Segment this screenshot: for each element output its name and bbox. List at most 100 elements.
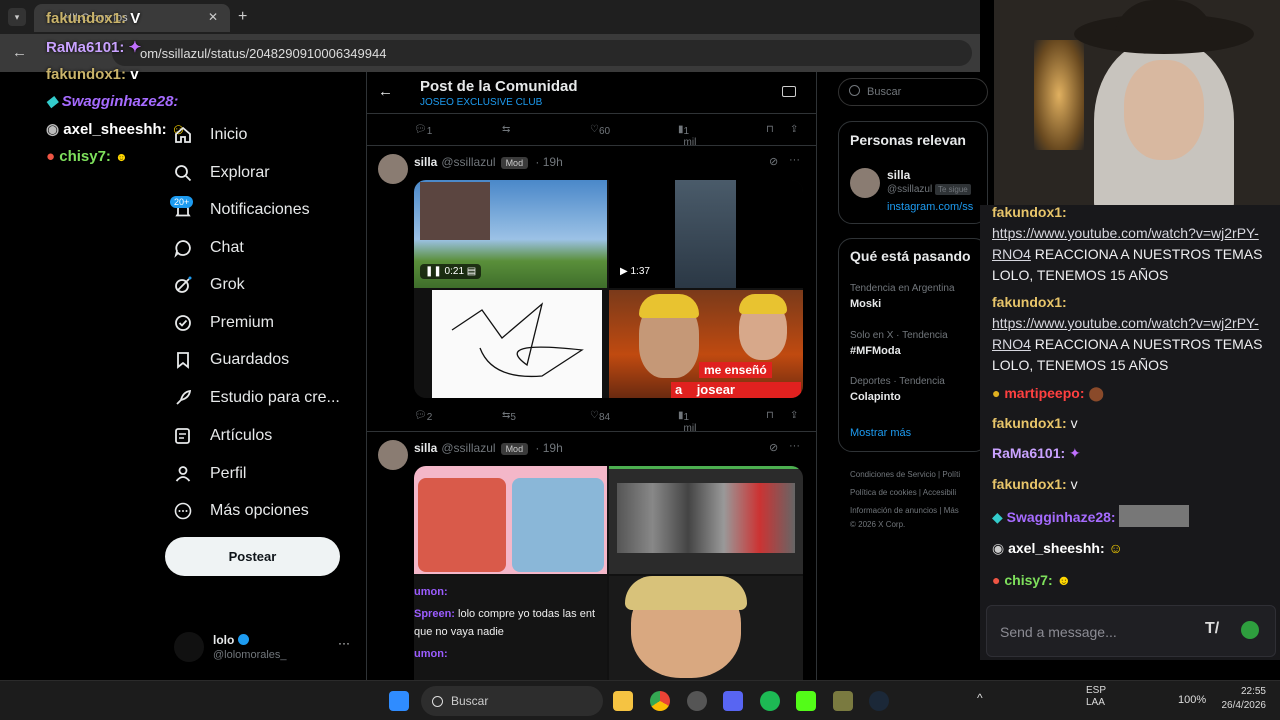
video-thumbnail[interactable]: ❚❚ 0:21 ▤ bbox=[414, 180, 607, 288]
home-icon bbox=[172, 124, 194, 146]
nav-item-inicio[interactable]: Inicio bbox=[172, 120, 247, 150]
windows-start-icon[interactable] bbox=[389, 691, 409, 711]
bookmark-icon[interactable]: ⊓ bbox=[766, 124, 774, 135]
reader-icon[interactable] bbox=[782, 86, 796, 97]
nav-item-premium[interactable]: Premium bbox=[172, 308, 274, 338]
image-thumbnail[interactable] bbox=[414, 290, 607, 398]
nav-item-grok[interactable]: Grok bbox=[172, 270, 245, 300]
emote-icon bbox=[1119, 505, 1190, 527]
reply-button[interactable]: 💬︎ 2 bbox=[414, 410, 432, 423]
more-icon bbox=[172, 500, 194, 522]
more-dots-icon[interactable]: ··· bbox=[338, 636, 350, 650]
chrome-icon[interactable] bbox=[650, 691, 670, 711]
battery-indicator[interactable]: 100% bbox=[1178, 694, 1206, 706]
more-dots-icon[interactable]: ··· bbox=[789, 154, 800, 166]
clock[interactable]: 22:55 26/4/2026 bbox=[1214, 685, 1267, 713]
community-name[interactable]: JOSEO EXCLUSIVE CLUB bbox=[420, 97, 542, 108]
webcam-overlay bbox=[994, 0, 1280, 205]
bookmark-icon[interactable]: ⊓ bbox=[766, 410, 774, 421]
kick-icon[interactable] bbox=[796, 691, 816, 711]
overlay-chat-line: fakundox1: V bbox=[46, 10, 141, 27]
emote-picker-icon[interactable] bbox=[1241, 621, 1259, 639]
avatar[interactable] bbox=[378, 154, 408, 184]
back-arrow-icon[interactable]: ← bbox=[378, 83, 393, 100]
back-icon[interactable]: ← bbox=[12, 44, 27, 61]
share-icon[interactable]: ⇪ bbox=[790, 124, 798, 135]
avatar[interactable] bbox=[378, 440, 408, 470]
emote-icon: ☺ bbox=[1108, 540, 1123, 556]
file-explorer-icon[interactable] bbox=[613, 691, 633, 711]
discord-icon[interactable] bbox=[723, 691, 743, 711]
meme-caption: a josear bbox=[671, 382, 801, 398]
chat-input[interactable]: Send a message... bbox=[986, 605, 1276, 657]
divider bbox=[367, 431, 816, 432]
grok-icon[interactable]: ⊘ bbox=[769, 441, 778, 454]
translate-icon[interactable]: T/ bbox=[1205, 620, 1219, 638]
badge-icon: ◆ bbox=[46, 93, 58, 110]
overlay-chat-line: ◉ axel_sheeshh: ☺ bbox=[46, 121, 187, 138]
notification-count-badge: 20+ bbox=[170, 196, 194, 208]
nav-item-explorar[interactable]: Explorar bbox=[172, 158, 270, 188]
grok-icon bbox=[172, 274, 194, 296]
trend-topic[interactable]: Colapinto bbox=[850, 391, 980, 403]
butterfly-emote-icon: ✦ bbox=[1069, 445, 1081, 461]
trend-context: Tendencia en Argentina bbox=[850, 283, 955, 294]
more-dots-icon[interactable]: ··· bbox=[789, 440, 800, 452]
repost-icon[interactable]: ⇆ bbox=[502, 124, 510, 135]
close-tab-icon[interactable]: ✕ bbox=[208, 10, 218, 24]
grok-icon[interactable]: ⊘ bbox=[769, 155, 778, 168]
taskbar-search[interactable]: Buscar bbox=[421, 686, 603, 716]
account-switcher[interactable]: lolo @lolomorales_ ··· bbox=[172, 628, 352, 668]
divider bbox=[367, 145, 816, 146]
nav-item-articulos[interactable]: Artículos bbox=[172, 421, 272, 451]
copyright: © 2026 X Corp. bbox=[850, 520, 906, 529]
like-button[interactable]: ♡ 84 bbox=[590, 410, 610, 423]
share-icon[interactable]: ⇪ bbox=[790, 410, 798, 421]
chat-message: fakundox1: v bbox=[992, 476, 1078, 492]
card-title: Personas relevan bbox=[850, 132, 966, 148]
nav-item-guardados[interactable]: Guardados bbox=[172, 345, 289, 375]
repost-button[interactable]: ⇆ 5 bbox=[502, 410, 516, 423]
footer-link[interactable]: Información de anuncios | Más bbox=[850, 506, 980, 515]
steam-icon[interactable] bbox=[869, 691, 889, 711]
search-input[interactable]: Buscar bbox=[838, 78, 988, 106]
person-name[interactable]: silla bbox=[887, 168, 910, 182]
new-tab-icon[interactable]: + bbox=[238, 8, 247, 26]
post-author: silla @ssillazul Mod · 19h bbox=[414, 155, 563, 169]
tray-chevron-icon[interactable]: ^ bbox=[977, 691, 983, 705]
nav-item-estudio[interactable]: Estudio para cre... bbox=[172, 383, 340, 413]
trend-topic[interactable]: #MFModa bbox=[850, 345, 980, 357]
emote-icon: ● bbox=[992, 385, 1001, 401]
nav-item-mas-opciones[interactable]: Más opciones bbox=[172, 496, 309, 526]
image-thumbnail[interactable] bbox=[609, 576, 803, 680]
chat-icon bbox=[172, 237, 194, 259]
url-field[interactable]: om/ssillazul/status/2048290910006349944 bbox=[112, 40, 972, 66]
reply-button[interactable]: 💬︎ 1 bbox=[414, 124, 432, 137]
trend-topic[interactable]: Moski bbox=[850, 298, 980, 310]
person-link[interactable]: instagram.com/ss bbox=[887, 201, 979, 213]
spotify-icon[interactable] bbox=[760, 691, 780, 711]
image-thumbnail[interactable] bbox=[414, 466, 607, 574]
views-button[interactable]: ▮ 1 mil bbox=[678, 124, 696, 148]
app-icon[interactable] bbox=[833, 691, 853, 711]
tab-search-icon[interactable]: ▾ bbox=[8, 8, 26, 26]
nav-item-chat[interactable]: Chat bbox=[172, 233, 244, 263]
like-button[interactable]: ♡ 60 bbox=[590, 124, 610, 137]
avatar[interactable] bbox=[850, 168, 880, 198]
footer-link[interactable]: Política de cookies | Accesibili bbox=[850, 488, 980, 497]
obs-icon[interactable] bbox=[687, 691, 707, 711]
video-thumbnail[interactable]: ▶ 1:37 bbox=[609, 180, 803, 288]
footer-link[interactable]: Condiciones de Servicio | Políti bbox=[850, 470, 980, 479]
chat-message: RaMa6101: ✦ bbox=[992, 445, 1081, 461]
language-indicator[interactable]: ESP LAA bbox=[1086, 685, 1106, 709]
stream-chat-image[interactable]: umon: Spreen: lolo compre yo todas las e… bbox=[414, 576, 607, 680]
post-button[interactable]: Postear bbox=[165, 537, 340, 576]
views-button[interactable]: ▮ 1 mil bbox=[678, 410, 696, 434]
image-thumbnail[interactable]: me enseñó a josear bbox=[609, 290, 803, 398]
show-more-link[interactable]: Mostrar más bbox=[850, 427, 980, 439]
image-thumbnail[interactable] bbox=[609, 466, 803, 574]
play-icon: ▶ bbox=[620, 266, 628, 277]
overlay-chat-line: ● chisy7: ☻ bbox=[46, 148, 128, 165]
emote-icon: ⬤ bbox=[1088, 385, 1105, 401]
nav-item-perfil[interactable]: Perfil bbox=[172, 459, 246, 489]
